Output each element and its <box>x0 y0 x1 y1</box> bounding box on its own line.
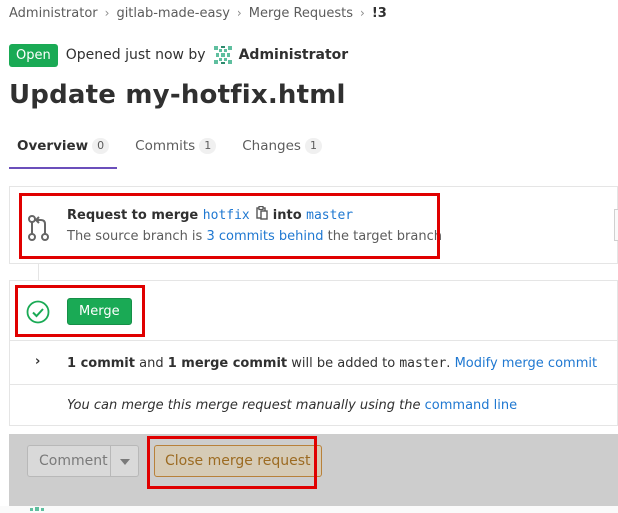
merge-commit-count: 1 merge commit <box>167 356 288 371</box>
target-branch-name: master <box>399 356 447 371</box>
request-to-merge-label: Request to merge <box>67 208 199 223</box>
timeline-divider <box>38 263 39 281</box>
breadcrumb-separator: › <box>360 6 365 20</box>
into-label: into <box>272 208 302 223</box>
target-branch-link[interactable]: master <box>306 208 353 223</box>
manual-merge-info: You can merge this merge request manuall… <box>67 398 517 413</box>
merge-widget: Merge › 1 commit and 1 merge commit will… <box>9 280 618 426</box>
clipboard-icon[interactable] <box>256 206 268 220</box>
command-line-link[interactable]: command line <box>425 398 517 413</box>
behind-prefix: The source branch is <box>67 229 203 244</box>
commits-behind-link[interactable]: 3 commits behind <box>206 229 323 244</box>
page-bottom <box>0 506 618 513</box>
mr-status-row: Open Opened just now by Administrator <box>9 43 348 67</box>
breadcrumb-item-administrator[interactable]: Administrator <box>9 6 98 21</box>
breadcrumb-item-merge-requests[interactable]: Merge Requests <box>249 6 353 21</box>
added-label: will be added to <box>291 356 396 371</box>
branch-behind-info: The source branch is 3 commits behind th… <box>67 229 442 244</box>
identicon-avatar <box>30 507 44 511</box>
breadcrumb: Administrator › gitlab-made-easy › Merge Req… <box>9 6 387 21</box>
breadcrumb-item-current[interactable]: !3 <box>372 6 387 21</box>
merge-button[interactable]: Merge <box>67 298 132 325</box>
tab-label: Overview <box>17 138 89 154</box>
merge-request-summary: Request to merge hotfix into master <box>67 206 353 223</box>
tab-label: Changes <box>242 138 301 154</box>
modify-merge-commit-link[interactable]: Modify merge commit <box>455 356 598 371</box>
tab-commits[interactable]: Commits 1 <box>127 125 224 167</box>
manual-merge-label: You can merge this merge request manuall… <box>67 398 421 413</box>
tab-count: 1 <box>304 138 322 154</box>
check-circle-icon <box>26 300 50 324</box>
tab-count: 1 <box>199 138 217 154</box>
chevron-right-icon[interactable]: › <box>35 354 40 369</box>
merge-action-row: Merge <box>10 281 617 341</box>
status-badge: Open <box>9 43 58 67</box>
breadcrumb-item-project[interactable]: gitlab-made-easy <box>116 6 229 21</box>
git-merge-icon <box>28 215 49 241</box>
commit-count: 1 commit <box>67 356 135 371</box>
tab-count: 0 <box>92 138 110 154</box>
source-branch-card: Request to merge hotfix into master The … <box>9 186 618 281</box>
comment-actions-bar: Comment Close merge request <box>9 434 618 506</box>
comment-type-dropdown[interactable] <box>111 445 139 477</box>
tab-changes[interactable]: Changes 1 <box>234 125 330 167</box>
mr-tabs: Overview 0 Commits 1 Changes 1 <box>9 125 618 171</box>
breadcrumb-separator: › <box>236 6 242 20</box>
and-label: and <box>139 356 164 371</box>
breadcrumb-separator: › <box>104 6 110 20</box>
author-name[interactable]: Administrator <box>239 47 349 63</box>
page-title: Update my-hotfix.html <box>9 80 346 110</box>
comment-button[interactable]: Comment <box>27 445 111 477</box>
scroll-handle[interactable] <box>614 209 618 241</box>
opened-text: Opened just now by <box>65 47 206 63</box>
period: . <box>446 356 451 371</box>
tab-overview[interactable]: Overview 0 <box>9 125 118 169</box>
caret-down-icon <box>120 459 130 465</box>
behind-suffix: the target branch <box>327 229 442 244</box>
close-merge-request-button[interactable]: Close merge request <box>154 445 322 477</box>
tab-label: Commits <box>135 138 196 154</box>
source-branch-link[interactable]: hotfix <box>203 208 250 223</box>
commit-info-text: 1 commit and 1 merge commit will be adde… <box>67 356 597 371</box>
identicon-avatar[interactable] <box>211 44 234 66</box>
